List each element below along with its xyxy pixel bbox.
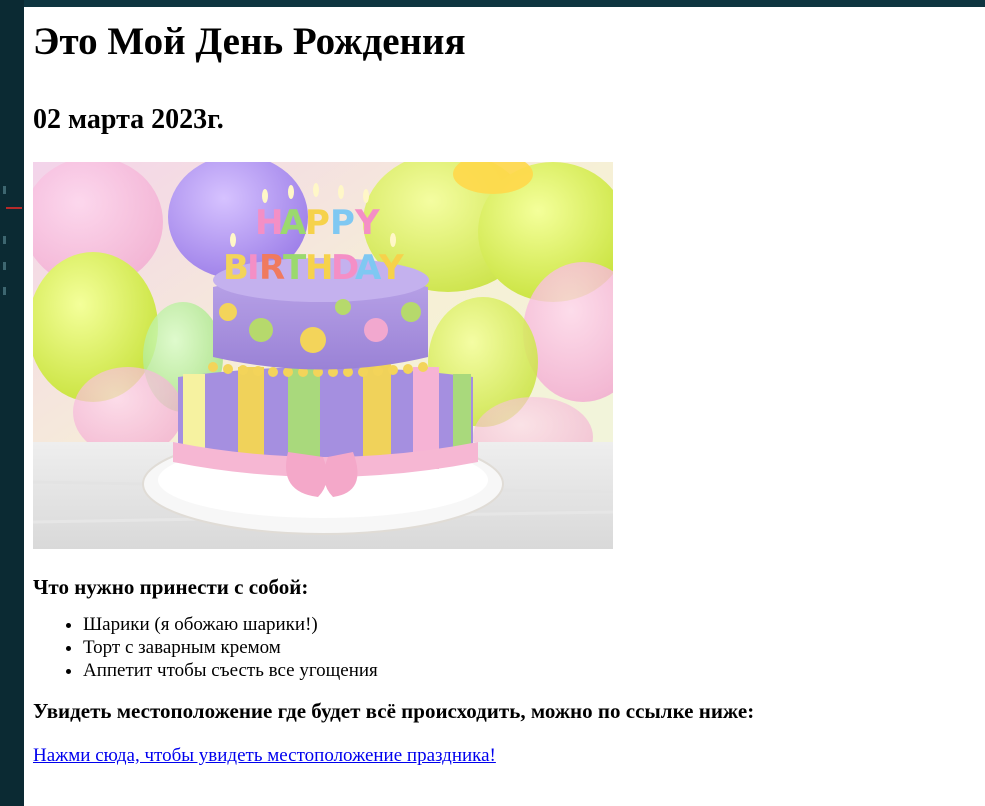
side-strip-tick: [3, 186, 6, 194]
page-title: Это Мой День Рождения: [33, 20, 466, 63]
list-item: Торт с заварным кремом: [83, 636, 985, 659]
side-strip-marker: [6, 207, 22, 209]
window-top-border: [0, 0, 985, 7]
list-item: Аппетит чтобы съесть все угощения: [83, 659, 985, 682]
editor-side-strip: [0, 0, 24, 806]
svg-text:I: I: [247, 248, 260, 288]
side-strip-tick: [3, 287, 6, 295]
birthday-cake-image: H A P P Y B I R T H D A Y: [33, 162, 613, 549]
svg-text:B: B: [223, 248, 249, 288]
svg-text:P: P: [330, 203, 355, 243]
side-strip-tick: [3, 262, 6, 270]
svg-text:A: A: [280, 203, 307, 243]
side-strip-tick: [3, 236, 6, 244]
location-heading: Увидеть местоположение где будет всё про…: [33, 699, 755, 723]
svg-text:A: A: [355, 248, 382, 288]
svg-text:T: T: [283, 248, 307, 288]
bring-list: Шарики (я обожаю шарики!) Торт с заварны…: [33, 613, 985, 682]
svg-text:P: P: [305, 203, 330, 243]
location-link[interactable]: Нажми сюда, чтобы увидеть местоположение…: [33, 745, 496, 767]
list-item: Шарики (я обожаю шарики!): [83, 613, 985, 636]
svg-text:H: H: [305, 248, 333, 288]
page-content: Это Мой День Рождения 02 марта 2023г. H …: [24, 19, 985, 767]
svg-text:Y: Y: [354, 203, 380, 243]
page-viewport: Это Мой День Рождения 02 марта 2023г. H …: [24, 7, 985, 806]
bring-heading: Что нужно принести с собой:: [33, 575, 309, 599]
svg-text:R: R: [259, 248, 285, 288]
svg-text:Y: Y: [378, 248, 404, 288]
event-date: 02 марта 2023г.: [33, 104, 224, 135]
